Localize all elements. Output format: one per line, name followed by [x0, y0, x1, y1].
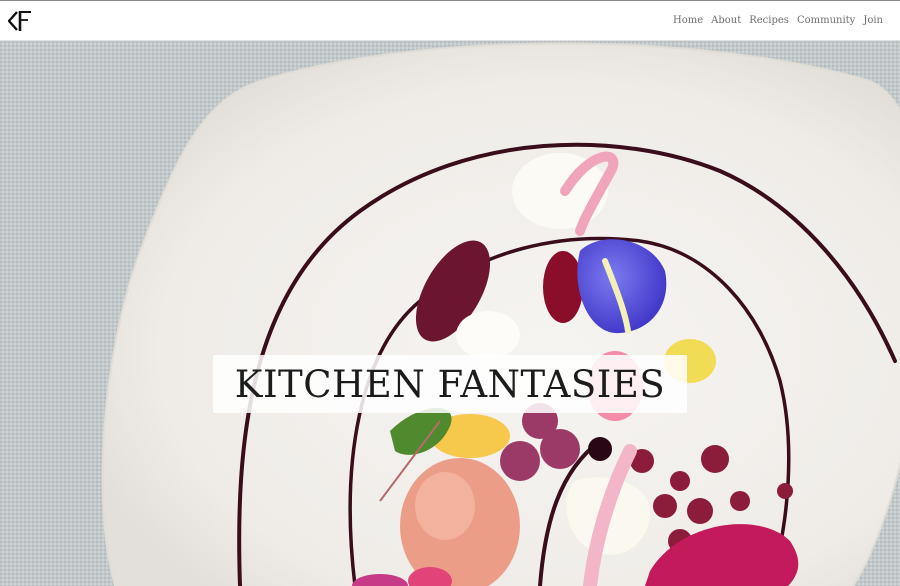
nav-community-link[interactable]: Community [793, 14, 859, 28]
hero-section [0, 41, 900, 586]
nav-recipes-link[interactable]: Recipes [745, 14, 793, 28]
top-navbar: Home About Recipes Community Join [0, 0, 900, 41]
nav-home-link[interactable]: Home [669, 14, 707, 28]
hero-title: KITCHEN FANTASIES [234, 362, 666, 406]
kf-logo-icon[interactable] [7, 9, 34, 33]
nav-join-link[interactable]: Join [859, 14, 887, 28]
hero-title-box: KITCHEN FANTASIES [213, 355, 687, 413]
plated-dish-photo [0, 41, 900, 586]
nav-about-link[interactable]: About [707, 14, 745, 28]
main-nav: Home About Recipes Community Join [669, 14, 887, 28]
